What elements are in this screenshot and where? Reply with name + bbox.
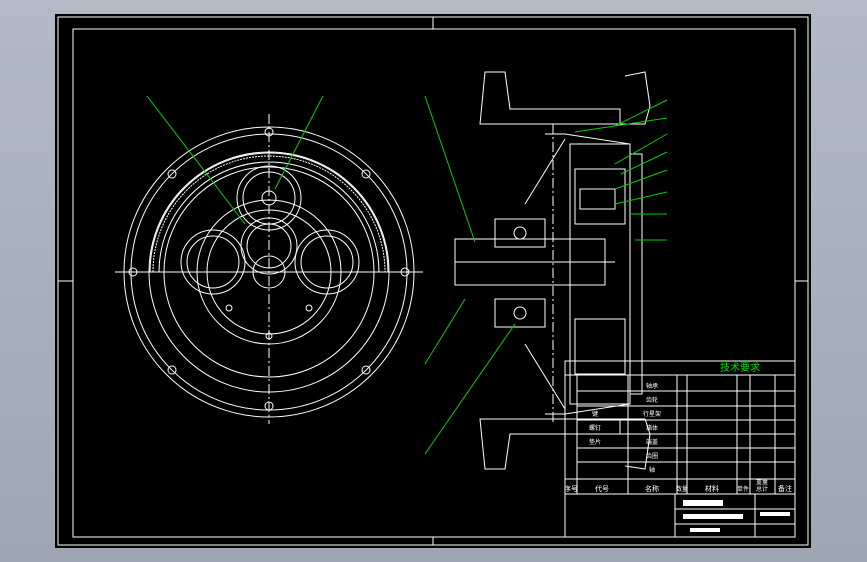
cad-viewport: 技术要求 序号 代号 名称 数量 材料 单件 总计 重量 备注 轴承 齿轮 行星…: [0, 0, 867, 562]
row-name: 螺钉: [589, 424, 601, 432]
row-name: 箱体: [646, 424, 658, 432]
col-name: 名称: [645, 484, 659, 493]
col-weight: 重量: [756, 478, 768, 486]
col-total: 总计: [756, 485, 768, 493]
row-name: 轴承: [646, 382, 658, 390]
front-view: [115, 114, 423, 424]
cad-drawing: 技术要求 序号 代号 名称 数量 材料 单件 总计 重量 备注 轴承 齿轮 行星…: [57, 16, 809, 546]
section-view: [454, 71, 651, 470]
row-name: 齿圈: [646, 452, 658, 460]
row-name: 键: [592, 410, 598, 418]
col-code: 代号: [595, 484, 609, 493]
col-unit: 单件: [737, 485, 749, 493]
outer-border: [57, 16, 809, 546]
row-name: 垫片: [589, 438, 601, 446]
tech-requirements-title: 技术要求: [720, 361, 760, 374]
row-name: 端盖: [646, 438, 658, 446]
col-index: 序号: [564, 484, 578, 493]
drawing-sheet[interactable]: 技术要求 序号 代号 名称 数量 材料 单件 总计 重量 备注 轴承 齿轮 行星…: [55, 14, 811, 548]
col-qty: 数量: [676, 485, 688, 493]
col-material: 材料: [705, 484, 719, 493]
col-remark: 备注: [778, 484, 792, 493]
title-block: [564, 360, 796, 538]
row-name: 齿轮: [646, 396, 658, 404]
row-name: 行星架: [643, 410, 661, 418]
row-name: 轴: [649, 466, 655, 474]
